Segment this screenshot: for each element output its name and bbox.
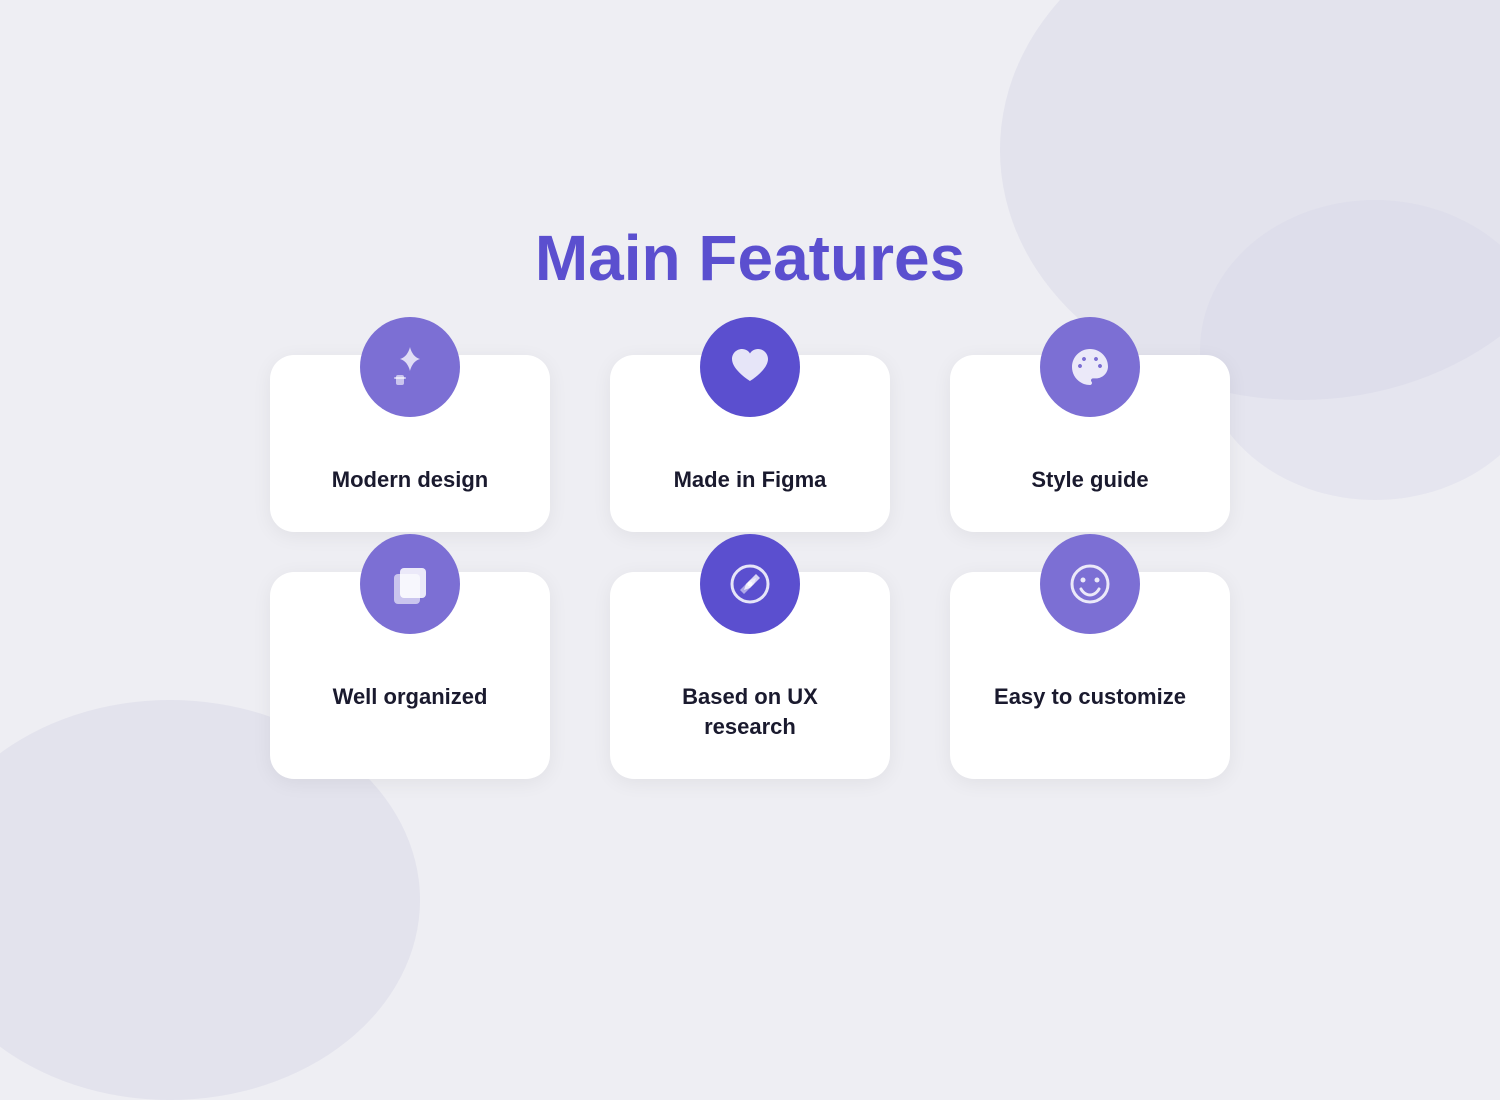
modern-design-label: Modern design [332, 465, 488, 496]
feature-card-modern-design: Modern design [270, 355, 550, 532]
easy-to-customize-icon-circle [1040, 534, 1140, 634]
heart-icon [726, 343, 774, 391]
smiley-icon [1066, 560, 1114, 608]
made-in-figma-icon-circle [700, 317, 800, 417]
made-in-figma-label: Made in Figma [674, 465, 827, 496]
style-guide-icon-circle [1040, 317, 1140, 417]
based-on-ux-icon-circle [700, 534, 800, 634]
feature-card-based-on-ux: Based on UXresearch [610, 572, 890, 780]
easy-to-customize-label: Easy to customize [994, 682, 1186, 713]
based-on-ux-label: Based on UXresearch [682, 682, 818, 744]
features-grid: Modern design Made in Figma Style guide [270, 355, 1230, 779]
modern-design-icon-circle [360, 317, 460, 417]
feature-card-style-guide: Style guide [950, 355, 1230, 532]
well-organized-icon-circle [360, 534, 460, 634]
palette-icon [1066, 343, 1114, 391]
copy-icon [386, 560, 434, 608]
feature-card-made-in-figma: Made in Figma [610, 355, 890, 532]
page-title: Main Features [535, 221, 965, 295]
compass-icon [726, 560, 774, 608]
page-container: Main Features Modern design Mad [0, 0, 1500, 1000]
style-guide-label: Style guide [1031, 465, 1148, 496]
feature-card-well-organized: Well organized [270, 572, 550, 780]
sparkle-icon [386, 343, 434, 391]
well-organized-label: Well organized [333, 682, 488, 713]
feature-card-easy-to-customize: Easy to customize [950, 572, 1230, 780]
